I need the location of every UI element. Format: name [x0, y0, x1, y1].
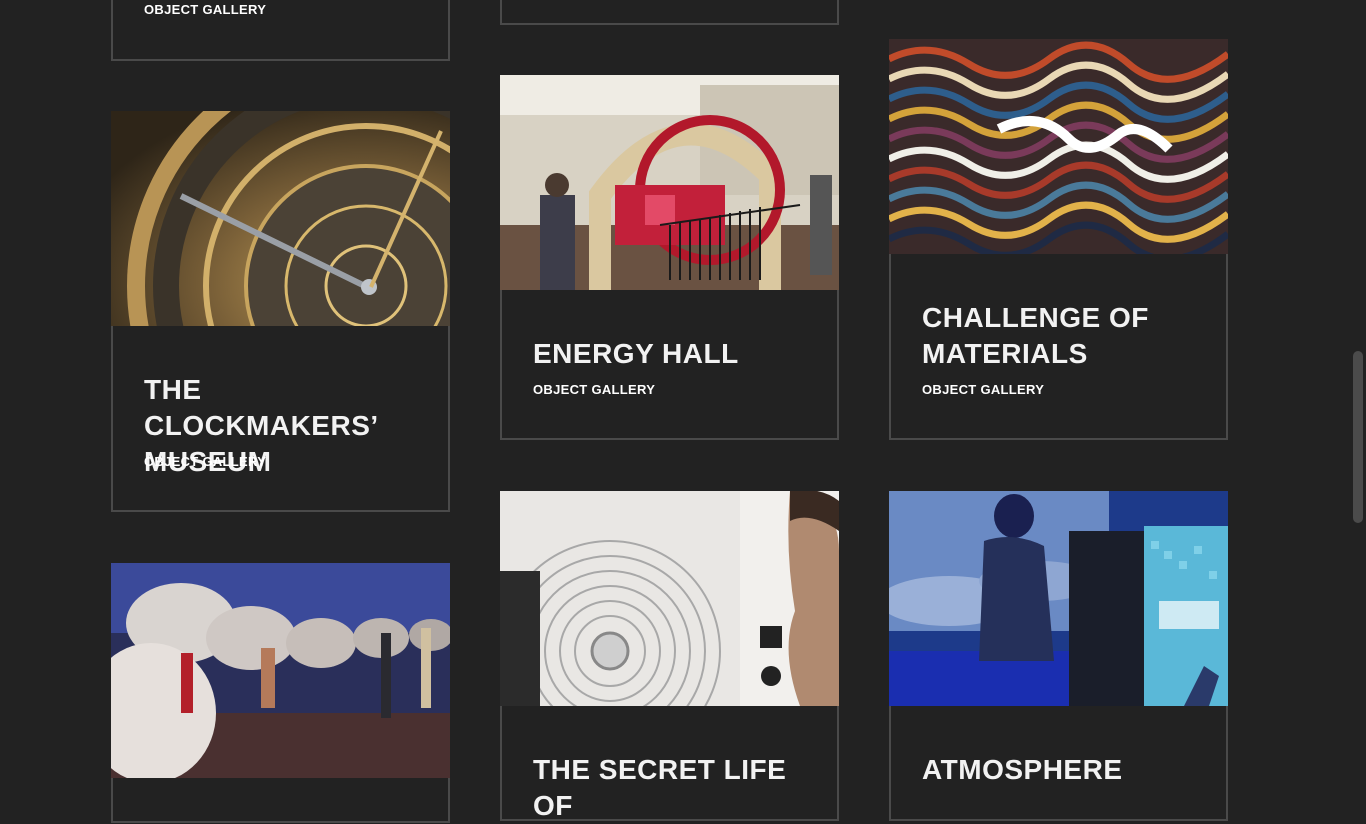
gallery-card-energy-hall[interactable]: ENERGY HALL OBJECT GALLERY	[500, 75, 839, 440]
gallery-card-challenge-of-materials[interactable]: CHALLENGE OF MATERIALS OBJECT GALLERY	[889, 39, 1228, 440]
card-title: ATMOSPHERE	[922, 754, 1123, 785]
card-title: ENERGY HALL	[533, 338, 739, 369]
steam-engine-hall-image	[500, 75, 839, 290]
card-subtitle: OBJECT GALLERY	[144, 2, 267, 17]
cd-player-exhibit-image	[500, 491, 839, 706]
card-subtitle: OBJECT GALLERY	[144, 454, 267, 469]
card-title: CHALLENGE OF MATERIALS	[922, 302, 1149, 369]
pod-exhibition-image	[111, 563, 450, 778]
gallery-card-secret-life[interactable]: THE SECRET LIFE OF	[500, 491, 839, 821]
clock-astrolabe-image	[111, 111, 450, 326]
page-scrollbar-track[interactable]	[1349, 0, 1366, 768]
gallery-card-top-middle[interactable]	[500, 0, 839, 25]
gallery-card-top-left[interactable]: OBJECT GALLERY	[111, 0, 450, 61]
gallery-card-atmosphere[interactable]: ATMOSPHERE	[889, 491, 1228, 821]
card-subtitle: OBJECT GALLERY	[922, 382, 1045, 397]
marbled-pattern-image	[889, 39, 1228, 254]
card-subtitle: OBJECT GALLERY	[533, 382, 656, 397]
gallery-card-clockmakers-museum[interactable]: THE CLOCKMAKERS’ MUSEUM OBJECT GALLERY	[111, 111, 450, 512]
gallery-card-pod-exhibition[interactable]	[111, 563, 450, 823]
blue-interactive-screen-image	[889, 491, 1228, 706]
page-scrollbar-thumb[interactable]	[1353, 351, 1363, 523]
card-title: THE SECRET LIFE OF	[533, 754, 787, 821]
